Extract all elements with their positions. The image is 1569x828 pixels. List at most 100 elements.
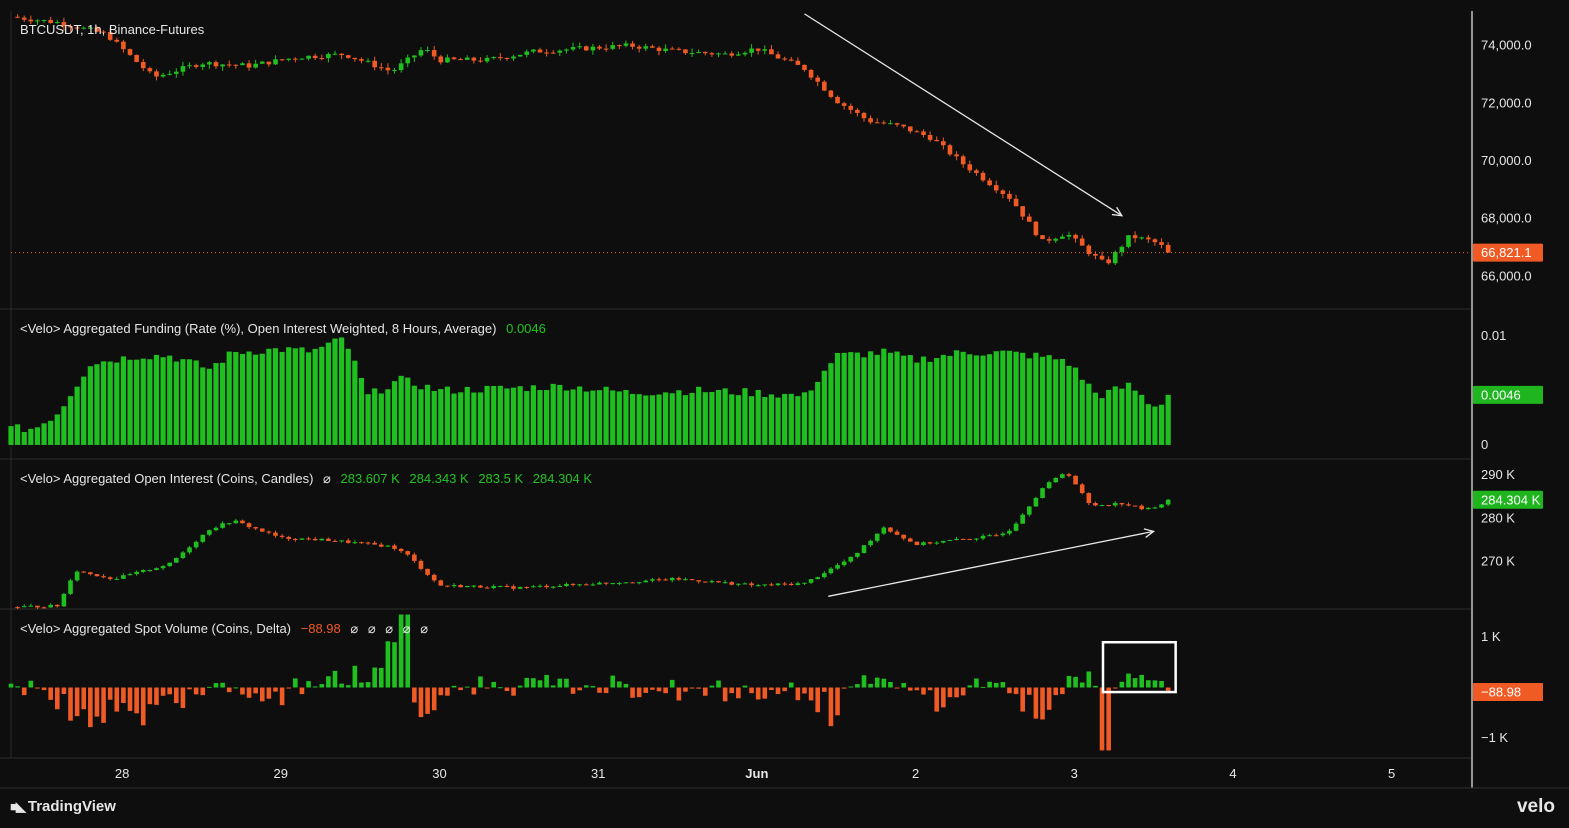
price-candle — [954, 154, 959, 157]
funding-bar — [107, 361, 113, 445]
eye-off-icon[interactable]: ⌀ — [368, 621, 376, 636]
volume-delta-bar — [61, 687, 67, 695]
price-candle — [21, 17, 27, 20]
oi-candle — [1099, 505, 1105, 507]
time-axis[interactable]: 28 29 30 31 Jun 2 3 4 5 — [115, 766, 1395, 781]
funding-pane[interactable] — [8, 337, 1171, 445]
price-candle — [577, 46, 582, 48]
funding-indicator-label[interactable]: <Velo> Aggregated Funding (Rate (%), Ope… — [20, 321, 496, 336]
volume-delta-bar — [1079, 682, 1085, 688]
funding-bar — [1119, 388, 1125, 445]
funding-bar — [100, 361, 107, 445]
volume-delta-bar — [1119, 681, 1125, 688]
price-candle — [874, 122, 880, 124]
funding-bar — [358, 377, 365, 445]
price-candle — [749, 48, 754, 53]
volume-delta-bar — [987, 681, 992, 688]
funding-bar — [848, 352, 854, 445]
oi-candle — [286, 536, 292, 539]
volume-delta-bar — [378, 667, 384, 688]
funding-bar — [636, 394, 642, 445]
eye-off-icon[interactable]: ⌀ — [403, 621, 411, 636]
funding-bar — [510, 387, 517, 445]
volume-delta-bar — [134, 687, 139, 714]
funding-bar — [497, 385, 503, 445]
volume-delta-bar — [1126, 673, 1131, 688]
funding-bar — [907, 355, 913, 445]
chart-stage[interactable]: 74,000.0 72,000.0 70,000.0 68,000.0 66,000.0… — [0, 0, 1569, 828]
oi-candle — [273, 532, 278, 536]
price-pane[interactable] — [11, 14, 1471, 266]
oi-candle — [808, 579, 814, 583]
oi-candle — [1093, 503, 1098, 506]
funding-bar — [319, 346, 325, 445]
oi-candle — [140, 569, 146, 572]
oi-candle — [134, 571, 139, 575]
funding-bar — [676, 390, 682, 445]
oi-candle — [921, 542, 926, 546]
price-candle — [1079, 238, 1085, 246]
tradingview-wordmark: TradingView — [27, 798, 116, 815]
symbol-label[interactable]: BTCUSDT, 1h, Binance-Futures — [20, 22, 204, 37]
volume-delta-bar — [749, 687, 754, 694]
oi-candle — [544, 585, 549, 588]
funding-bar — [8, 426, 14, 445]
price-candle — [266, 61, 272, 65]
volume-delta-bar — [669, 679, 675, 688]
eye-off-icon[interactable]: ⌀ — [420, 621, 428, 636]
axis-tick-label: 290 K — [1481, 467, 1515, 482]
volume-delta-bar — [418, 687, 424, 718]
funding-bar — [140, 358, 146, 445]
volume-delta-bar — [901, 682, 906, 688]
price-candle — [755, 48, 761, 51]
price-candle — [1046, 239, 1052, 241]
price-candle — [894, 123, 900, 125]
price-axis[interactable]: 74,000.0 72,000.0 70,000.0 68,000.0 66,000.0… — [1473, 38, 1543, 745]
funding-bar — [557, 384, 563, 445]
price-candle — [980, 172, 986, 181]
tradingview-logo[interactable]: ■◣ TradingView — [10, 798, 116, 815]
volume-delta-bar — [775, 687, 781, 695]
eye-off-icon[interactable]: ⌀ — [350, 621, 358, 636]
funding-bar — [305, 352, 312, 445]
volume-delta-bar — [345, 685, 351, 688]
oi-candle — [1046, 482, 1052, 489]
price-candle — [848, 105, 854, 110]
funding-pane-title: <Velo> Aggregated Funding (Rate (%), Ope… — [20, 321, 546, 336]
oi-candle — [15, 607, 20, 609]
drawings-layer[interactable] — [804, 13, 1156, 597]
axis-tick-label: 74,000.0 — [1481, 38, 1532, 53]
price-candle — [669, 48, 675, 50]
oi-candle — [405, 551, 411, 555]
volume-delta-value: −88.98 — [300, 621, 341, 636]
volume-delta-bar — [74, 687, 80, 717]
volume-delta-bar — [855, 684, 860, 688]
open-interest-pane[interactable] — [15, 472, 1171, 610]
price-candle — [1066, 234, 1072, 237]
price-candle — [293, 58, 298, 60]
price-candle — [683, 49, 688, 54]
price-candle — [1013, 198, 1019, 207]
volume-delta-bar — [868, 683, 873, 688]
oi-indicator-label[interactable]: <Velo> Aggregated Open Interest (Coins, … — [20, 471, 313, 486]
axis-tick-label: 270 K — [1481, 554, 1515, 569]
price-candle — [140, 61, 146, 69]
funding-bar — [1020, 352, 1026, 445]
oi-candle — [1007, 530, 1012, 534]
volume-delta-bar — [1046, 687, 1052, 710]
volume-delta-bar — [160, 687, 166, 696]
eye-off-icon[interactable]: ⌀ — [323, 471, 331, 486]
volume-delta-bar — [927, 687, 933, 691]
price-candle — [405, 57, 411, 64]
funding-bar — [226, 351, 232, 445]
volume-indicator-label[interactable]: <Velo> Aggregated Spot Volume (Coins, De… — [20, 621, 291, 636]
oi-candle — [1066, 474, 1072, 476]
oi-candle — [1060, 474, 1065, 478]
funding-bar — [332, 338, 338, 445]
price-candle — [332, 53, 338, 55]
eye-off-icon[interactable]: ⌀ — [385, 621, 393, 636]
price-candle — [359, 59, 364, 61]
oi-candle — [610, 583, 616, 585]
oi-candle — [564, 583, 569, 587]
price-candle — [967, 164, 973, 171]
